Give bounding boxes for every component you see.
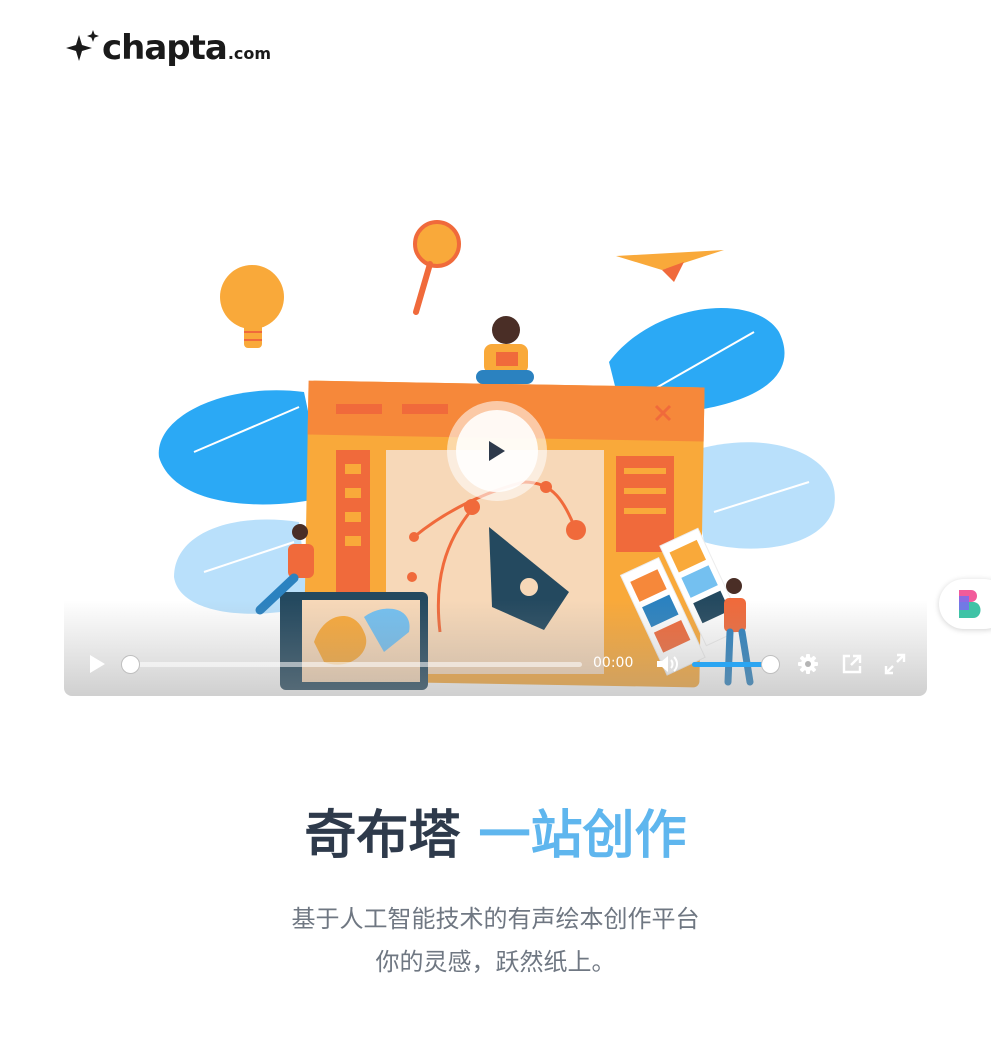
assistant-logo-icon [959,590,981,618]
video-player[interactable]: 00:00 [64,212,927,696]
logo-domain-suffix: .com [227,43,272,63]
video-controls-bar: 00:00 [64,648,927,680]
hero-subtitle-line1: 基于人工智能技术的有声绘本创作平台 [291,905,700,933]
volume-handle[interactable] [761,655,780,674]
volume-icon[interactable] [655,653,679,675]
big-play-button[interactable] [447,401,547,501]
fullscreen-icon[interactable] [884,653,906,675]
popout-icon[interactable] [841,653,863,675]
big-play-button-inner [456,410,538,492]
site-logo[interactable]: chapta .com [66,28,271,68]
hero-title-main: 奇布塔 [304,806,461,866]
play-icon[interactable] [86,653,108,675]
progress-bar[interactable] [130,662,582,667]
hero-title: 奇布塔 一站创作 [0,800,991,872]
volume-slider[interactable] [692,662,770,667]
gear-icon[interactable] [797,653,819,675]
floating-assistant-button[interactable] [939,579,991,629]
play-icon [489,441,505,461]
current-time: 00:00 [593,655,634,671]
logo-wordmark: chapta [102,28,228,68]
sparkle-logo-icon [66,30,99,61]
hero-subtitle-line2: 你的灵感，跃然纸上。 [375,948,616,976]
hero-title-accent: 一站创作 [478,806,687,866]
progress-handle[interactable] [121,655,140,674]
